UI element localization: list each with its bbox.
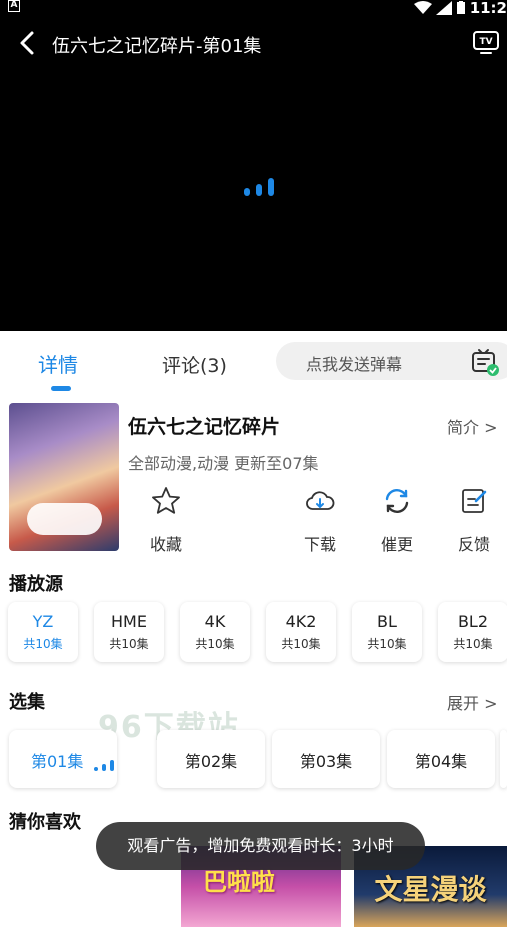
player-top-bar: 伍六七之记忆碎片-第01集 TV bbox=[0, 24, 507, 62]
episode-card-partial[interactable] bbox=[500, 730, 507, 788]
status-time: 11:2 bbox=[469, 0, 507, 17]
anime-meta: 全部动漫,动漫 更新至07集 bbox=[128, 454, 319, 473]
now-playing-icon bbox=[94, 760, 114, 771]
episode-label: 第02集 bbox=[184, 752, 238, 771]
favorite-button[interactable]: 收藏 bbox=[134, 485, 198, 554]
source-name: YZ bbox=[32, 612, 54, 631]
feedback-edit-icon bbox=[462, 489, 487, 513]
status-bar: A 11:2 bbox=[0, 0, 507, 18]
back-arrow-icon[interactable] bbox=[16, 30, 40, 56]
status-notification-badge: A bbox=[8, 0, 20, 12]
source-count: 共10集 bbox=[109, 637, 149, 651]
episode-card[interactable]: 第03集 bbox=[272, 730, 380, 788]
recommend-section-title: 猜你喜欢 bbox=[9, 812, 81, 833]
source-card[interactable]: HME 共10集 bbox=[94, 602, 164, 662]
video-player[interactable]: A 11:2 伍六七之记忆碎片-第01集 TV bbox=[0, 0, 507, 331]
poster-logo bbox=[27, 503, 102, 535]
loading-indicator-icon bbox=[244, 178, 274, 196]
signal-icon bbox=[435, 1, 452, 15]
active-tab-indicator bbox=[51, 386, 71, 391]
danmaku-input[interactable]: 点我发送弹幕 bbox=[276, 342, 507, 380]
source-card[interactable]: BL2 共10集 bbox=[438, 602, 507, 662]
source-name: BL bbox=[377, 612, 397, 631]
sources-section-title: 播放源 bbox=[9, 574, 63, 595]
remind-update-button[interactable]: 催更 bbox=[365, 485, 429, 554]
source-card[interactable]: BL 共10集 bbox=[352, 602, 422, 662]
cloud-download-icon bbox=[306, 491, 335, 510]
source-card[interactable]: YZ 共10集 bbox=[8, 602, 78, 662]
download-button[interactable]: 下载 bbox=[288, 485, 352, 554]
episode-card[interactable]: 第04集 bbox=[387, 730, 495, 788]
episodes-section-title: 选集 bbox=[9, 692, 45, 713]
favorite-label: 收藏 bbox=[149, 535, 182, 554]
danmaku-settings-icon[interactable] bbox=[470, 347, 500, 377]
source-name: 4K2 bbox=[285, 612, 317, 631]
feedback-label: 反馈 bbox=[457, 535, 490, 554]
episode-label: 第03集 bbox=[299, 752, 353, 771]
svg-text:TV: TV bbox=[479, 37, 492, 47]
download-label: 下载 bbox=[303, 535, 336, 554]
source-name: BL2 bbox=[457, 612, 489, 631]
source-count: 共10集 bbox=[453, 637, 493, 651]
remind-update-label: 催更 bbox=[380, 535, 413, 554]
danmaku-placeholder: 点我发送弹幕 bbox=[306, 355, 403, 374]
intro-link[interactable]: 简介 > bbox=[447, 414, 498, 438]
refresh-icon bbox=[385, 489, 409, 513]
ad-reward-toast: 观看广告，增加免费观看时长：3小时 bbox=[96, 822, 425, 870]
source-count: 共10集 bbox=[281, 637, 321, 651]
tab-details[interactable]: 详情 bbox=[38, 349, 78, 378]
tv-cast-icon[interactable]: TV bbox=[472, 28, 500, 56]
anime-poster[interactable] bbox=[9, 403, 119, 551]
source-card[interactable]: 4K2 共10集 bbox=[266, 602, 336, 662]
detail-tab-bar: 详情 评论(3) 点我发送弹幕 bbox=[0, 331, 507, 393]
episode-card[interactable]: 第02集 bbox=[157, 730, 265, 788]
source-name: 4K bbox=[204, 612, 226, 631]
star-icon bbox=[152, 487, 180, 514]
source-count: 共10集 bbox=[367, 637, 407, 651]
recommend-card-title: 文星漫谈 bbox=[374, 873, 487, 906]
source-card[interactable]: 4K 共10集 bbox=[180, 602, 250, 662]
episode-label: 第04集 bbox=[414, 752, 468, 771]
source-count: 共10集 bbox=[195, 637, 235, 651]
wifi-icon bbox=[413, 1, 432, 14]
source-count: 共10集 bbox=[23, 637, 63, 651]
source-name: HME bbox=[111, 612, 147, 631]
episode-card[interactable]: 第01集 bbox=[9, 730, 117, 788]
battery-icon bbox=[456, 1, 465, 14]
anime-title: 伍六七之记忆碎片 bbox=[128, 416, 281, 438]
tab-comments[interactable]: 评论(3) bbox=[162, 351, 227, 378]
video-title: 伍六七之记忆碎片-第01集 bbox=[52, 36, 262, 57]
feedback-button[interactable]: 反馈 bbox=[442, 485, 506, 554]
expand-episodes-link[interactable]: 展开 > bbox=[447, 690, 498, 714]
status-right-group: 11:2 bbox=[413, 0, 507, 17]
